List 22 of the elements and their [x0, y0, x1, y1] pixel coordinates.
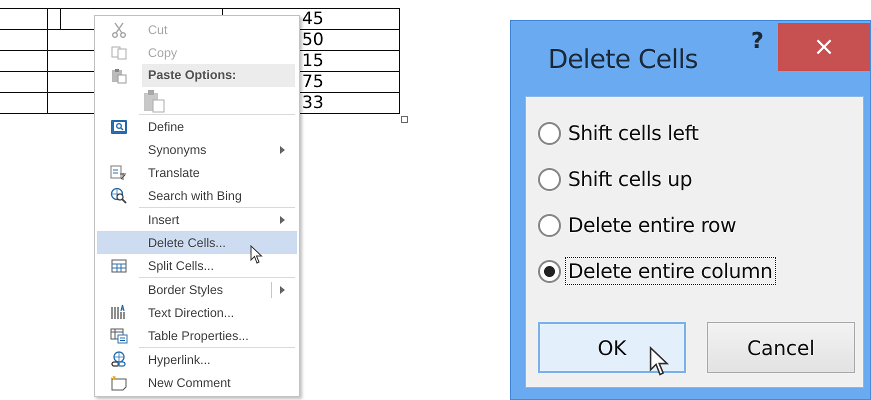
dialog-title: Delete Cells: [548, 45, 698, 75]
menu-item[interactable]: Insert: [97, 208, 297, 231]
help-button[interactable]: ?: [747, 29, 768, 54]
radio-label[interactable]: Shift cells up: [565, 165, 696, 193]
ok-button[interactable]: OK: [538, 322, 686, 373]
menu-item[interactable]: Border Styles: [97, 278, 297, 301]
menu-item[interactable]: Synonyms: [97, 138, 297, 161]
menu-item[interactable]: Hyperlink...: [97, 348, 297, 371]
menu-item[interactable]: Delete Cells...: [97, 231, 297, 254]
radio-label[interactable]: Shift cells left: [565, 119, 702, 147]
menu-item[interactable]: Translate: [97, 161, 297, 184]
menu-item[interactable]: Text Direction...: [97, 301, 297, 324]
cancel-button[interactable]: Cancel: [707, 322, 855, 373]
menu-item[interactable]: Search with Bing: [97, 184, 297, 207]
menu-section-header: Paste Options:: [142, 64, 295, 87]
menu-item[interactable]: Define: [97, 115, 297, 138]
menu-item[interactable]: Split Cells...: [97, 254, 297, 277]
radio-label[interactable]: Delete entire row: [565, 211, 740, 239]
menu-item[interactable]: Table Properties...: [97, 324, 297, 347]
radio-label[interactable]: Delete entire column: [565, 257, 776, 285]
close-button[interactable]: ×: [778, 23, 870, 71]
menu-item[interactable]: New Comment: [97, 371, 297, 394]
